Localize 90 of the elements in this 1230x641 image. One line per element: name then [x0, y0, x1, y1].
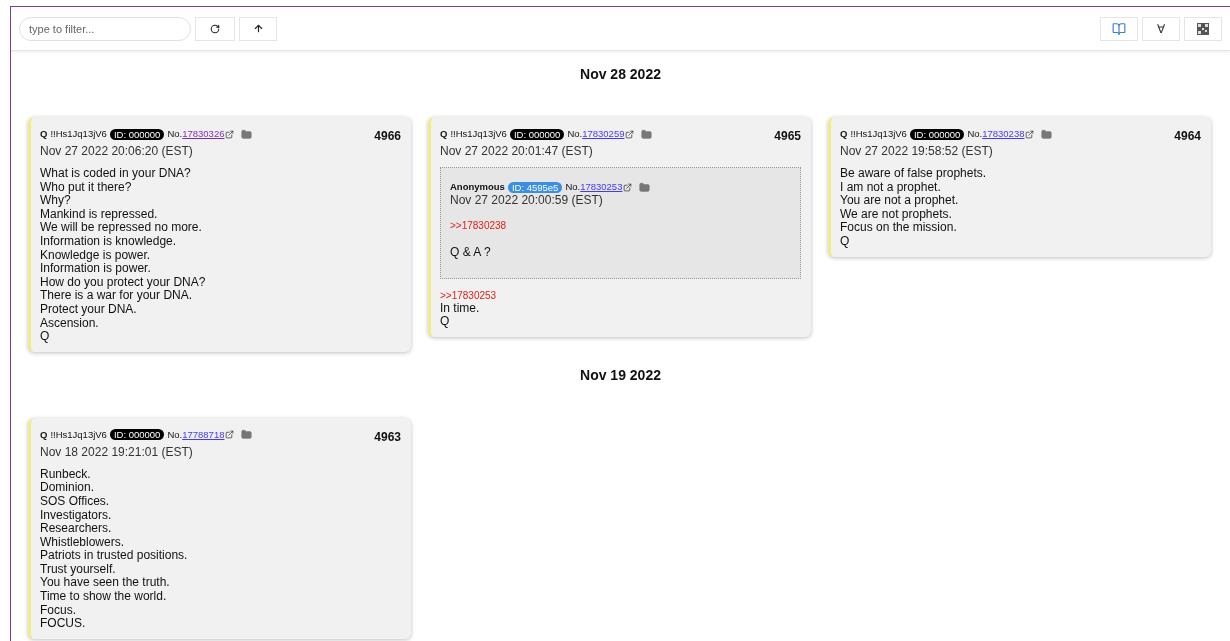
post-text-line: I am not a prophet. [840, 180, 941, 195]
date-heading: Nov 28 2022 [579, 65, 662, 84]
reply-reference[interactable]: >>17830253 [440, 288, 801, 302]
refresh-icon [210, 23, 220, 34]
author-name: Q [440, 127, 448, 141]
qr-code-button[interactable] [1184, 16, 1222, 41]
post-text-line: Researchers. [40, 522, 113, 536]
book-button[interactable] [1100, 16, 1138, 41]
tripcode: !!Hs1Jq13jV6 [50, 127, 107, 141]
date-heading: Nov 19 2022 [579, 365, 662, 385]
post-text-line: Why? [40, 194, 71, 208]
post-text-line: We are not prophets. [840, 207, 952, 222]
post-text-line: Runbeck. [40, 467, 92, 482]
folder-icon[interactable] [639, 181, 651, 193]
external-link-icon[interactable] [225, 430, 235, 440]
filter-field[interactable]: type to filter... [19, 16, 191, 41]
tripcode: !!Hs1Jq13jV6 [450, 127, 507, 141]
post-link[interactable]: 17788718 [182, 427, 225, 442]
external-link-icon[interactable] [625, 129, 635, 139]
post-text-line: Be aware of false prophets. [840, 167, 988, 181]
post-timestamp: Nov 27 2022 20:00:59 (EST) [450, 194, 604, 208]
post-timestamp: Nov 27 2022 20:01:47 (EST) [440, 145, 594, 158]
post-text-line: Q [840, 234, 851, 249]
author-name: Q [40, 427, 48, 442]
post-link[interactable]: 17830238 [982, 127, 1025, 142]
post-text-line: Focus on the mission. [840, 221, 958, 235]
post-text-line: Time to show the world. [40, 590, 168, 604]
drop-number: 4965 [774, 128, 801, 145]
post-text-line: How do you protect your DNA? [40, 275, 207, 290]
drop-number: 4963 [374, 428, 401, 446]
external-link-icon[interactable] [1025, 129, 1035, 139]
post-text-line: In time. [440, 301, 481, 316]
post-text-line: What is coded in your DNA? [40, 167, 192, 181]
post-text-line: There is a war for your DNA. [40, 289, 194, 303]
post-text-line: Investigators. [40, 508, 113, 523]
post-link[interactable]: 17830259 [582, 127, 625, 142]
author-name: Anonymous [450, 180, 505, 194]
post-text-line: Mankind is repressed. [40, 207, 159, 222]
post-number-label: No. [967, 127, 983, 141]
folder-icon[interactable] [641, 128, 653, 140]
post-number-label: No. [167, 127, 183, 141]
reply-reference[interactable]: >>17830238 [450, 219, 791, 233]
post-text-line: Trust yourself. [40, 562, 117, 577]
tripcode: !!Hs1Jq13jV6 [50, 427, 107, 442]
post-text-line: Q & A ? [450, 246, 492, 260]
post-text-line: You are not a prophet. [840, 194, 960, 208]
post-number-label: No. [567, 127, 583, 141]
post-link[interactable]: 17830253 [580, 180, 623, 195]
folder-icon[interactable] [241, 128, 253, 140]
external-link-icon[interactable] [225, 129, 235, 139]
poster-id-badge: ID: 000000 [509, 128, 565, 140]
tripcode: !!Hs1Jq13jV6 [850, 127, 907, 141]
poster-id-badge: ID: 000000 [109, 128, 165, 140]
drop-number: 4966 [374, 128, 401, 145]
post-text-line: Q [40, 330, 51, 344]
post-timestamp: Nov 27 2022 20:06:20 (EST) [40, 145, 194, 158]
post-number-label: No. [167, 427, 183, 442]
post-text-line: Protect your DNA. [40, 302, 137, 317]
qr-code-icon [1197, 22, 1209, 35]
poster-id-badge: ID: 000000 [109, 429, 165, 441]
up-arrow-icon [252, 23, 264, 34]
post-text-line: Who put it there? [40, 180, 132, 195]
post-text-line: Ascension. [40, 316, 99, 331]
post-text-line: FOCUS. [40, 617, 87, 631]
post-link[interactable]: 17830326 [182, 127, 225, 142]
post-text-line: Knowledge is power. [40, 248, 151, 263]
folder-icon[interactable] [241, 429, 253, 441]
post-text-line: Information is knowledge. [40, 234, 178, 249]
post-timestamp: Nov 27 2022 19:58:52 (EST) [840, 145, 994, 158]
author-name: Q [40, 127, 48, 141]
folder-icon[interactable] [1041, 128, 1053, 140]
post-text-line: We will be repressed no more. [40, 221, 203, 235]
post-text-line: Whistleblowers. [40, 535, 126, 550]
post-text-line: You have seen the truth. [40, 576, 171, 591]
post-text-line: Q [440, 315, 451, 330]
post-timestamp: Nov 18 2022 19:21:01 (EST) [40, 445, 194, 459]
post-text-line: Dominion. [40, 481, 96, 495]
post-text-line: SOS Offices. [40, 494, 111, 509]
author-name: Q [840, 127, 848, 141]
external-link-icon[interactable] [623, 182, 633, 192]
post-text-line: Patriots in trusted positions. [40, 549, 189, 563]
toolbar-button[interactable]: ∀ [1142, 16, 1180, 41]
poster-id-badge: ID: 000000 [909, 128, 965, 140]
post-number-label: No. [565, 180, 581, 194]
post-text-line: Focus. [40, 603, 77, 618]
book-icon [1112, 21, 1126, 36]
refresh-button[interactable] [195, 16, 235, 41]
drop-number: 4964 [1174, 128, 1201, 145]
poster-id-badge: ID: 4595e5 [507, 181, 563, 193]
post-text-line: Information is power. [40, 262, 152, 276]
